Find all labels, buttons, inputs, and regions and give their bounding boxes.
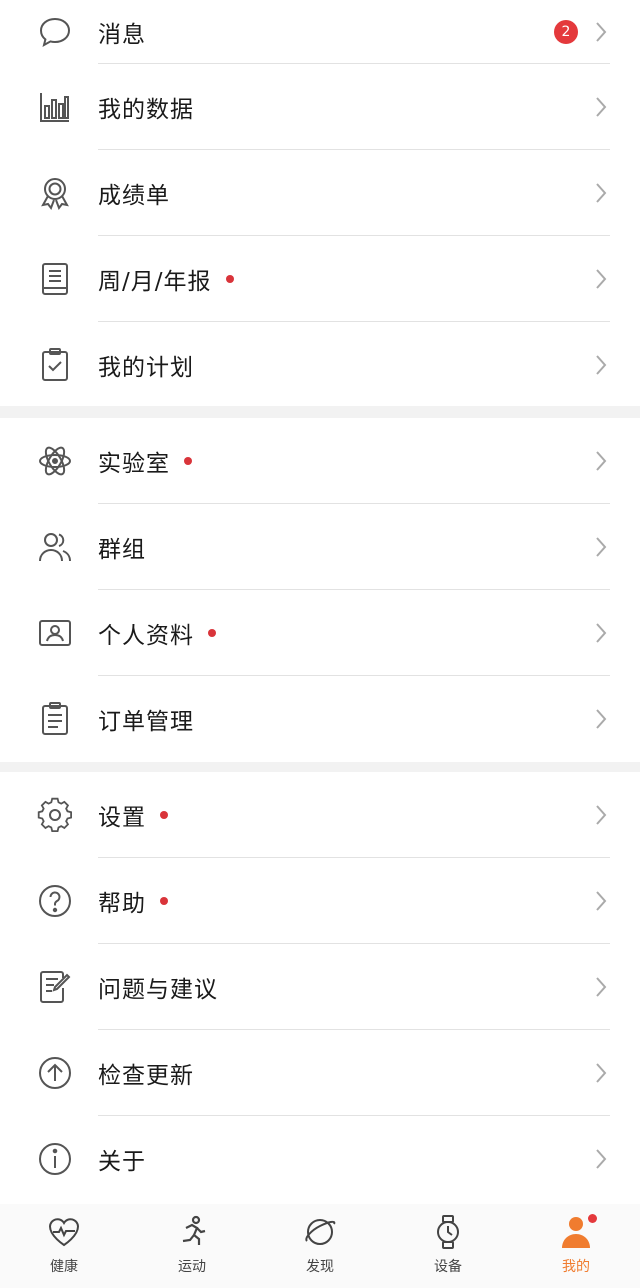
menu-item-messages[interactable]: 消息 2 (0, 0, 640, 64)
menu-item-transcript[interactable]: 成绩单 (0, 150, 640, 236)
clipboard-check-icon (36, 346, 74, 384)
new-indicator-dot (160, 811, 168, 819)
menu-item-label: 我的数据 (98, 97, 194, 123)
tab-label: 设备 (434, 1259, 462, 1275)
menu-item-settings[interactable]: 设置 (0, 772, 640, 858)
chevron-right-icon (594, 707, 608, 731)
award-medal-icon (36, 174, 74, 212)
tab-label: 运动 (178, 1259, 206, 1275)
chevron-right-icon (594, 449, 608, 473)
menu-group-system: 设置 帮助 问题与建议 检查更新 关于 (0, 772, 640, 1204)
feedback-edit-icon (36, 968, 74, 1006)
info-circle-icon (36, 1140, 74, 1178)
menu-item-label: 问题与建议 (98, 977, 218, 1003)
menu-item-label-wrap: 设置 (98, 798, 168, 832)
menu-item-help[interactable]: 帮助 (0, 858, 640, 944)
tab-label: 发现 (306, 1259, 334, 1275)
tab-me[interactable]: 我的 (512, 1204, 640, 1288)
menu-item-label-wrap: 问题与建议 (98, 970, 218, 1004)
chevron-right-icon (594, 20, 608, 44)
menu-item-label: 帮助 (98, 891, 146, 917)
new-indicator-dot (225, 275, 234, 283)
chevron-right-icon (594, 267, 608, 291)
menu-group-main: 消息 2 我的数据 成绩单 周/月/年报 我的计划 (0, 0, 640, 406)
help-circle-icon (36, 882, 74, 920)
menu-item-profile[interactable]: 个人资料 (0, 590, 640, 676)
notification-dot (588, 1214, 597, 1223)
unread-count-badge: 2 (554, 20, 578, 44)
chevron-right-icon (594, 1147, 608, 1171)
menu-item-label: 关于 (98, 1149, 146, 1175)
menu-item-label: 成绩单 (98, 183, 170, 209)
tab-exercise[interactable]: 运动 (128, 1204, 256, 1288)
chevron-right-icon (594, 975, 608, 999)
report-book-icon (36, 260, 74, 298)
update-arrow-icon (36, 1054, 74, 1092)
group-users-icon (36, 528, 74, 566)
watch-icon (430, 1214, 466, 1250)
menu-item-label-wrap: 订单管理 (98, 702, 194, 736)
chevron-right-icon (594, 95, 608, 119)
atom-lab-icon (36, 442, 74, 480)
menu-item-check-update[interactable]: 检查更新 (0, 1030, 640, 1116)
menu-item-label-wrap: 我的数据 (98, 90, 194, 124)
menu-item-about[interactable]: 关于 (0, 1116, 640, 1202)
menu-item-label-wrap: 消息 (98, 15, 146, 49)
menu-item-label: 设置 (98, 805, 146, 831)
tab-devices[interactable]: 设备 (384, 1204, 512, 1288)
menu-item-my-data[interactable]: 我的数据 (0, 64, 640, 150)
heart-pulse-icon (46, 1214, 82, 1250)
chevron-right-icon (594, 1061, 608, 1085)
menu-item-label: 检查更新 (98, 1063, 194, 1089)
new-indicator-dot (184, 457, 192, 465)
menu-item-label: 群组 (98, 537, 146, 563)
menu-item-reports[interactable]: 周/月/年报 (0, 236, 640, 322)
message-bubble-icon (36, 13, 74, 51)
order-list-icon (36, 700, 74, 738)
chevron-right-icon (594, 803, 608, 827)
menu-item-label-wrap: 个人资料 (98, 616, 216, 650)
menu-item-feedback[interactable]: 问题与建议 (0, 944, 640, 1030)
menu-item-label-wrap: 关于 (98, 1142, 146, 1176)
menu-item-label-wrap: 帮助 (98, 884, 168, 918)
menu-item-label-wrap: 成绩单 (98, 176, 170, 210)
menu-item-label-wrap: 我的计划 (98, 348, 194, 382)
running-person-icon (174, 1214, 210, 1250)
tab-label: 我的 (562, 1259, 590, 1275)
menu-item-my-plan[interactable]: 我的计划 (0, 322, 640, 408)
menu-item-label-wrap: 检查更新 (98, 1056, 194, 1090)
menu-item-groups[interactable]: 群组 (0, 504, 640, 590)
gear-icon (36, 796, 74, 834)
bar-chart-icon (36, 88, 74, 126)
tab-label: 健康 (50, 1259, 78, 1275)
menu-item-orders[interactable]: 订单管理 (0, 676, 640, 762)
new-indicator-dot (160, 897, 168, 905)
menu-item-label: 实验室 (98, 451, 170, 477)
chevron-right-icon (594, 621, 608, 645)
menu-item-label-wrap: 群组 (98, 530, 146, 564)
menu-item-label-wrap: 周/月/年报 (98, 262, 234, 296)
tab-discover[interactable]: 发现 (256, 1204, 384, 1288)
planet-icon (302, 1214, 338, 1250)
menu-item-label-wrap: 实验室 (98, 444, 192, 478)
menu-item-label: 订单管理 (98, 709, 194, 735)
bottom-tab-bar: 健康 运动 发现 设备 我的 (0, 1204, 640, 1288)
chevron-right-icon (594, 535, 608, 559)
chevron-right-icon (594, 353, 608, 377)
menu-item-label: 个人资料 (98, 623, 194, 649)
new-indicator-dot (208, 629, 216, 637)
menu-item-label: 我的计划 (98, 355, 194, 381)
tab-health[interactable]: 健康 (0, 1204, 128, 1288)
profile-menu-page: 消息 2 我的数据 成绩单 周/月/年报 我的计划 实验室 群组 个人资料 订单… (0, 0, 640, 1288)
chevron-right-icon (594, 889, 608, 913)
menu-item-label: 消息 (98, 22, 146, 48)
profile-card-icon (36, 614, 74, 652)
menu-group-social: 实验室 群组 个人资料 订单管理 (0, 418, 640, 762)
chevron-right-icon (594, 181, 608, 205)
menu-item-lab[interactable]: 实验室 (0, 418, 640, 504)
menu-item-label: 周/月/年报 (98, 269, 212, 295)
